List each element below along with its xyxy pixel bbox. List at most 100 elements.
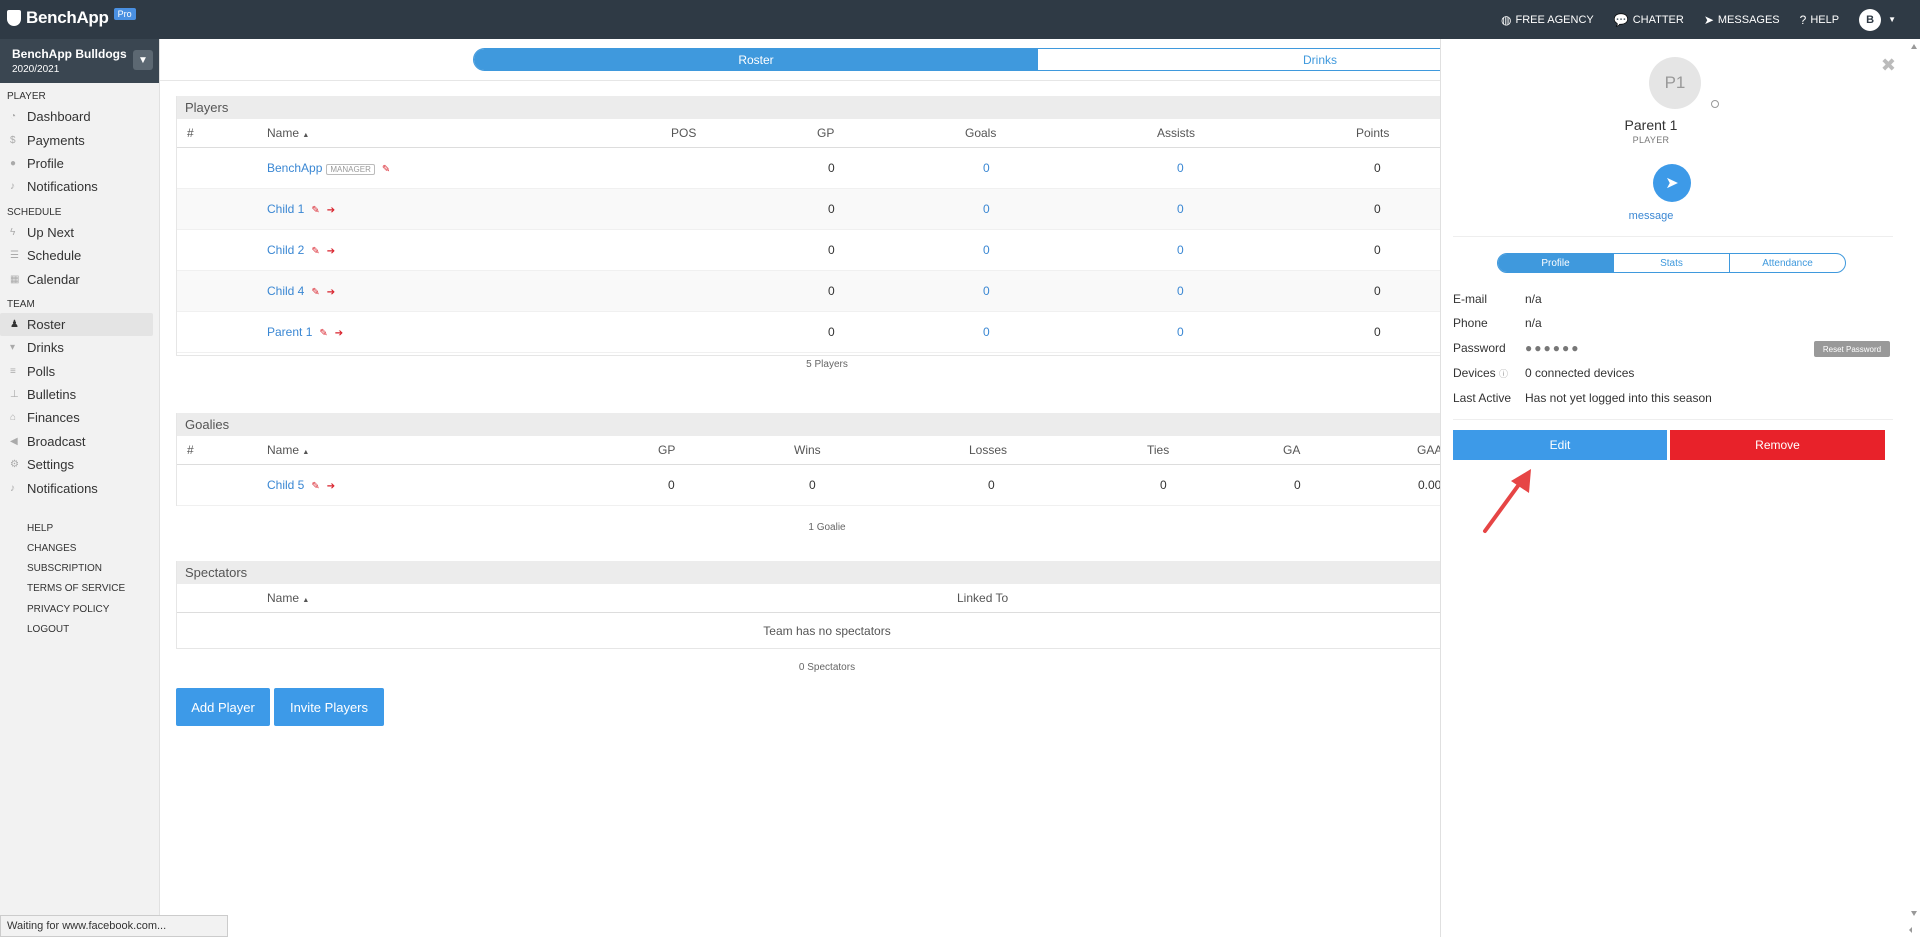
message-label[interactable]: message <box>1441 210 1861 222</box>
add-player-button[interactable]: Add Player <box>176 688 270 726</box>
col-name[interactable]: Name ▲ <box>267 443 309 457</box>
dashboard-icon: ◔ <box>10 111 17 123</box>
team-switcher[interactable]: BenchApp Bulldogs 2020/2021 ▼ <box>0 39 159 83</box>
chatter-link[interactable]: 💬 CHATTER <box>1614 13 1684 27</box>
goalie-name-link[interactable]: Child 5 <box>267 478 304 492</box>
sidebar-links: HELP CHANGES SUBSCRIPTION TERMS OF SERVI… <box>0 518 159 640</box>
sidebar-item-schedule[interactable]: ☰ Schedule <box>0 244 159 267</box>
table-row: BenchApp MANAGER ✎ 0 0 0 0 <box>177 148 1440 189</box>
sidebar-item-polls[interactable]: ≡ Polls <box>0 360 159 383</box>
assists-value[interactable]: 0 <box>1177 325 1184 339</box>
assists-value[interactable]: 0 <box>1177 161 1184 175</box>
sidebar-item-bulletins[interactable]: ⊥ Bulletins <box>0 383 159 406</box>
sidebar-item-drinks[interactable]: ▾ Drinks <box>0 336 159 359</box>
assists-value[interactable]: 0 <box>1177 202 1184 216</box>
col-gp[interactable]: GP <box>817 126 834 140</box>
player-name-link[interactable]: Parent 1 <box>267 325 312 339</box>
email-row: E-mail n/a <box>1453 292 1542 306</box>
assists-value[interactable]: 0 <box>1177 284 1184 298</box>
tab-roster[interactable]: Roster <box>474 49 1038 70</box>
reset-password-button[interactable]: Reset Password <box>1814 341 1890 357</box>
close-icon[interactable]: ✖ <box>1881 55 1896 76</box>
player-name-cell: Child 4 ✎ ➔ <box>267 284 335 298</box>
hockey-stick-icon: ✎ <box>311 205 320 216</box>
messages-label: MESSAGES <box>1717 13 1780 26</box>
player-name-link[interactable]: Child 4 <box>267 284 304 298</box>
privacy-link[interactable]: PRIVACY POLICY <box>0 599 159 619</box>
subscription-link[interactable]: SUBSCRIPTION <box>0 558 159 578</box>
sidebar-item-profile[interactable]: ● Profile <box>0 152 159 175</box>
terms-link[interactable]: TERMS OF SERVICE <box>0 579 159 599</box>
sidebar-item-finances[interactable]: ⌂ Finances <box>0 406 159 429</box>
invite-players-button[interactable]: Invite Players <box>274 688 384 726</box>
col-wins[interactable]: Wins <box>794 443 821 457</box>
wins-value: 0 <box>809 478 816 492</box>
sidebar-item-label: Schedule <box>27 248 82 264</box>
player-name-link[interactable]: Child 2 <box>267 243 304 257</box>
help-link[interactable]: ? HELP <box>1800 13 1839 27</box>
goals-value[interactable]: 0 <box>983 284 990 298</box>
messages-link[interactable]: ➤ MESSAGES <box>1704 13 1780 27</box>
logout-link[interactable]: LOGOUT <box>0 619 159 639</box>
col-goals[interactable]: Goals <box>965 126 996 140</box>
col-name[interactable]: Name ▲ <box>267 591 309 605</box>
col-pos[interactable]: POS <box>671 126 696 140</box>
points-value: 0 <box>1374 243 1381 257</box>
col-assists[interactable]: Assists <box>1157 126 1195 140</box>
col-gp[interactable]: GP <box>658 443 675 457</box>
col-name-label: Name <box>267 443 300 457</box>
edit-button[interactable]: Edit <box>1453 430 1667 460</box>
col-name-label: Name <box>267 591 300 605</box>
user-menu[interactable]: B ▼ <box>1859 8 1896 31</box>
sidebar-item-team-notifications[interactable]: ♪ Notifications <box>0 476 159 499</box>
player-name-link[interactable]: Child 1 <box>267 202 304 216</box>
tab-attendance[interactable]: Attendance <box>1730 254 1845 272</box>
sidebar-item-notifications[interactable]: ♪ Notifications <box>0 175 159 198</box>
hockey-stick-icon: ✎ <box>311 481 320 492</box>
assists-value[interactable]: 0 <box>1177 243 1184 257</box>
sidebar-item-broadcast[interactable]: ◀ Broadcast <box>0 430 159 453</box>
question-circle-icon[interactable]: ⓘ <box>1499 369 1508 379</box>
goals-value[interactable]: 0 <box>983 161 990 175</box>
arrow-in-icon: ➔ <box>326 481 336 492</box>
sidebar: BenchApp Bulldogs 2020/2021 ▼ PLAYER ◔ Da… <box>0 39 160 937</box>
sidebar-item-dashboard[interactable]: ◔ Dashboard <box>0 105 159 128</box>
tab-drinks[interactable]: Drinks <box>1038 49 1440 70</box>
sidebar-item-label: Finances <box>27 410 80 426</box>
players-count: 5 Players <box>806 359 848 370</box>
sidebar-item-payments[interactable]: $ Payments <box>0 128 159 151</box>
tab-stats[interactable]: Stats <box>1614 254 1730 272</box>
paper-plane-icon: ➤ <box>1665 175 1679 192</box>
sidebar-item-roster[interactable]: ♟ Roster <box>0 312 153 337</box>
col-points[interactable]: Points <box>1356 126 1389 140</box>
col-losses[interactable]: Losses <box>969 443 1007 457</box>
changes-link[interactable]: CHANGES <box>0 538 159 558</box>
gp-value: 0 <box>828 325 835 339</box>
dollar-icon: $ <box>10 134 16 146</box>
col-name[interactable]: Name ▲ <box>267 126 309 140</box>
goals-value[interactable]: 0 <box>983 243 990 257</box>
goals-value[interactable]: 0 <box>983 202 990 216</box>
sidebar-section-schedule: SCHEDULE <box>7 206 62 218</box>
player-name-link[interactable]: BenchApp <box>267 161 322 175</box>
remove-button[interactable]: Remove <box>1670 430 1885 460</box>
help-footer-link[interactable]: HELP <box>0 518 159 538</box>
help-label: HELP <box>1810 13 1840 26</box>
scrollbar[interactable] <box>1908 39 1920 937</box>
sidebar-item-calendar[interactable]: ▦ Calendar <box>0 267 159 290</box>
sidebar-item-settings[interactable]: ⚙ Settings <box>0 453 159 476</box>
message-button[interactable]: ➤ <box>1653 164 1691 202</box>
last-active-label: Last Active <box>1453 391 1512 405</box>
col-ties[interactable]: Ties <box>1147 443 1169 457</box>
col-gaa[interactable]: GAA <box>1417 443 1440 457</box>
free-agency-link[interactable]: ◍ FREE AGENCY <box>1501 13 1594 27</box>
hockey-stick-icon: ✎ <box>311 287 320 298</box>
tab-profile[interactable]: Profile <box>1498 254 1614 272</box>
app-logo[interactable]: BenchApp Pro <box>7 8 136 28</box>
col-ga[interactable]: GA <box>1283 443 1300 457</box>
goals-value[interactable]: 0 <box>983 325 990 339</box>
sidebar-item-up-next[interactable]: ϟ Up Next <box>0 221 159 244</box>
chevron-down-icon[interactable]: ▼ <box>133 50 153 70</box>
gp-value: 0 <box>828 202 835 216</box>
goalie-name-cell: Child 5 ✎ ➔ <box>267 478 335 492</box>
